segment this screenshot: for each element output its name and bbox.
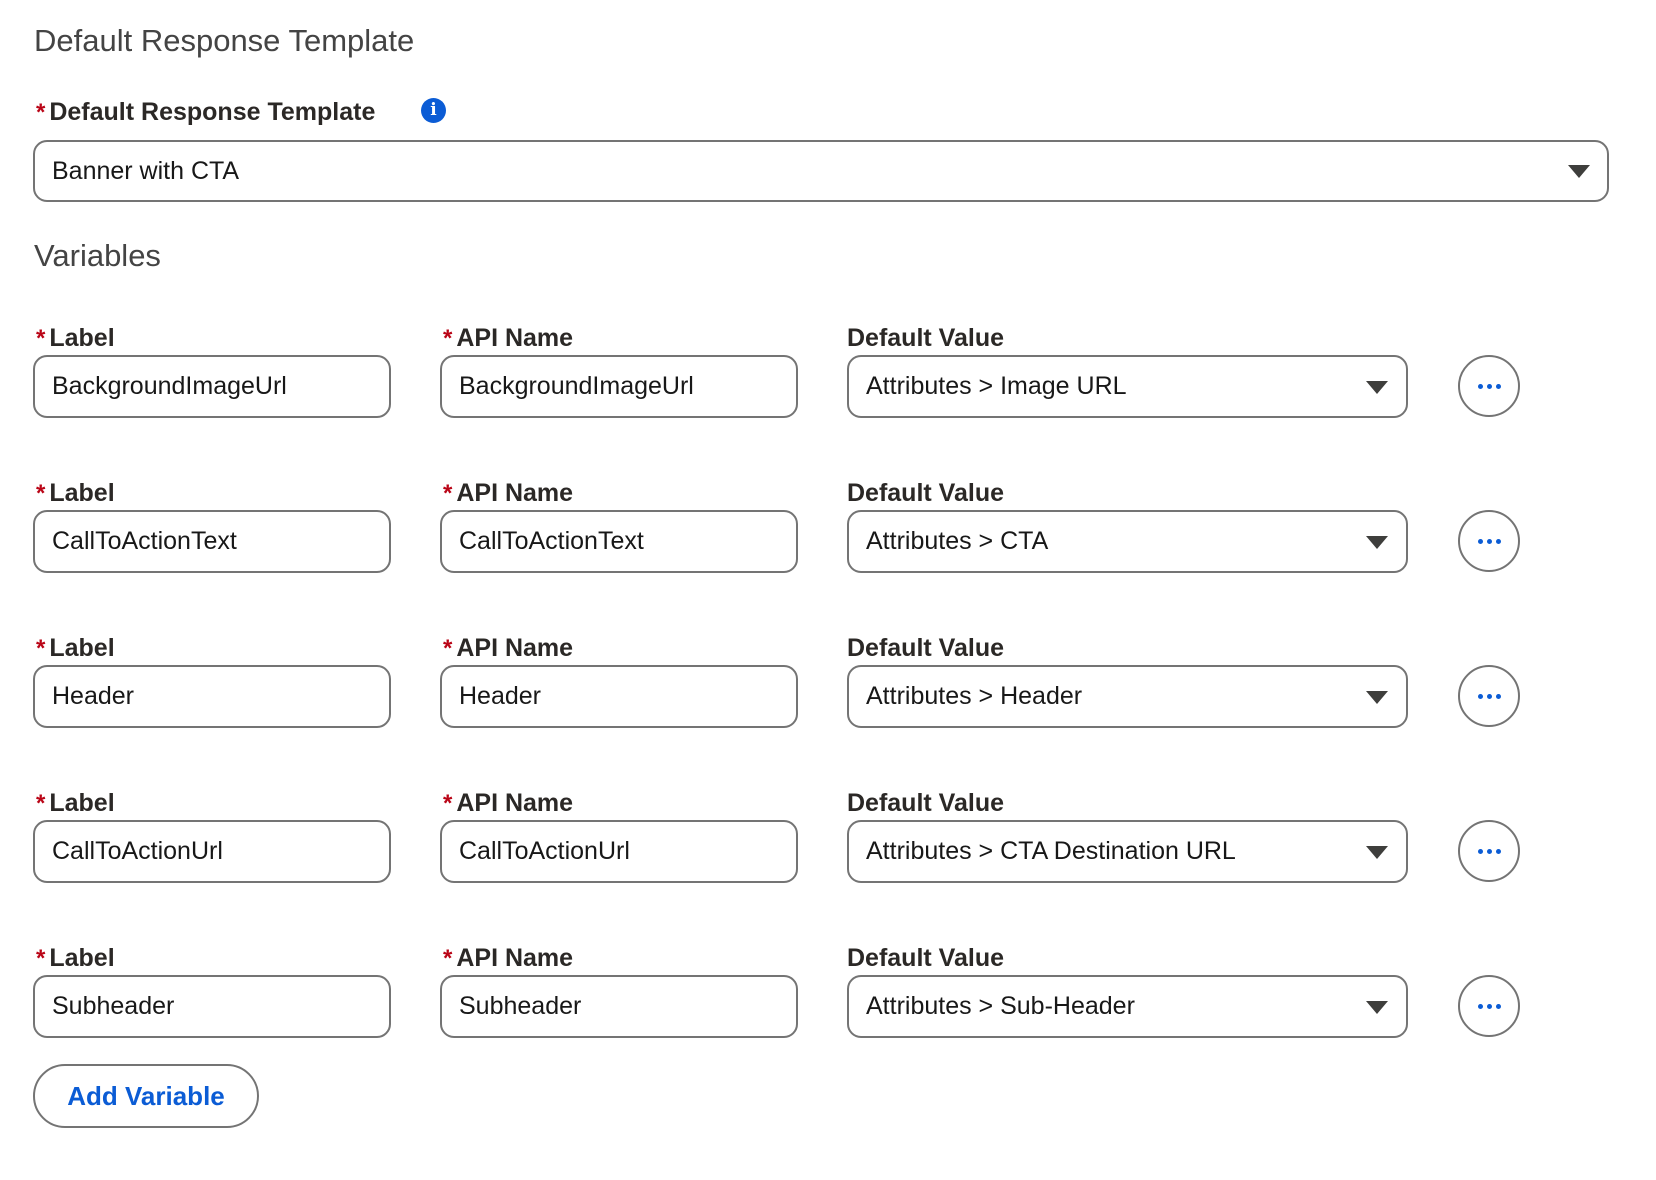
default-value-select-value: Attributes > Header: [866, 682, 1083, 710]
default-value-select[interactable]: Attributes > Sub-Header: [847, 975, 1408, 1038]
required-marker: *: [36, 480, 46, 507]
more-actions-button[interactable]: [1458, 510, 1520, 572]
default-value-field-label-text: Default Value: [847, 944, 1004, 972]
label-field-label-text: Label: [49, 789, 115, 817]
more-actions-button[interactable]: [1458, 975, 1520, 1037]
default-value-field-label-text: Default Value: [847, 479, 1004, 507]
default-value-select-value: Attributes > CTA Destination URL: [866, 837, 1236, 865]
chevron-down-icon: [1366, 845, 1388, 859]
default-value-select-value: Attributes > CTA: [866, 527, 1049, 555]
api-name-input[interactable]: Header: [440, 665, 798, 728]
default-value-select[interactable]: Attributes > CTA: [847, 510, 1408, 573]
api-name-input[interactable]: CallToActionUrl: [440, 820, 798, 883]
api-name-input-value: Subheader: [459, 992, 582, 1020]
label-field-label-text: Label: [49, 324, 115, 352]
api-name-input-value: CallToActionUrl: [459, 837, 630, 865]
required-marker: *: [36, 945, 46, 972]
label-field-label-text: Label: [49, 944, 115, 972]
default-response-template-select[interactable]: Banner with CTA: [33, 140, 1609, 202]
default-value-select-value: Attributes > Sub-Header: [866, 992, 1135, 1020]
chevron-down-icon: [1366, 690, 1388, 704]
api-name-field-label: * API Name: [443, 326, 573, 351]
api-name-field-label-text: API Name: [456, 479, 574, 507]
required-marker: *: [36, 99, 46, 126]
label-field-label: * Label: [36, 481, 115, 506]
required-marker: *: [36, 635, 46, 662]
ellipsis-icon: [1477, 383, 1501, 389]
api-name-field-label: * API Name: [443, 636, 573, 661]
ellipsis-icon: [1477, 1003, 1501, 1009]
api-name-field-label: * API Name: [443, 791, 573, 816]
chevron-down-icon: [1366, 1000, 1388, 1014]
label-field-label: * Label: [36, 636, 115, 661]
label-input[interactable]: Subheader: [33, 975, 391, 1038]
required-marker: *: [36, 325, 46, 352]
label-input[interactable]: Header: [33, 665, 391, 728]
default-response-template-value: Banner with CTA: [52, 156, 240, 185]
api-name-field-label: * API Name: [443, 481, 573, 506]
more-actions-button[interactable]: [1458, 665, 1520, 727]
label-input[interactable]: CallToActionText: [33, 510, 391, 573]
default-value-field-label: Default Value: [847, 791, 1004, 816]
label-input-value: CallToActionText: [52, 527, 237, 555]
label-input-value: Header: [52, 682, 134, 710]
label-field-label: * Label: [36, 946, 115, 971]
required-marker: *: [443, 790, 453, 817]
default-value-select[interactable]: Attributes > Image URL: [847, 355, 1408, 418]
add-variable-button[interactable]: Add Variable: [33, 1064, 259, 1128]
default-value-select-value: Attributes > Image URL: [866, 372, 1127, 400]
api-name-field-label-text: API Name: [456, 634, 574, 662]
label-input[interactable]: BackgroundImageUrl: [33, 355, 391, 418]
info-icon[interactable]: i: [421, 98, 446, 123]
api-name-input-value: Header: [459, 682, 541, 710]
label-field-label: * Label: [36, 326, 115, 351]
api-name-field-label-text: API Name: [456, 944, 574, 972]
label-input[interactable]: CallToActionUrl: [33, 820, 391, 883]
api-name-field-label-text: API Name: [456, 789, 574, 817]
more-actions-button[interactable]: [1458, 820, 1520, 882]
chevron-down-icon: [1568, 165, 1590, 178]
label-field-label-text: Label: [49, 479, 115, 507]
default-value-select[interactable]: Attributes > Header: [847, 665, 1408, 728]
api-name-input-value: BackgroundImageUrl: [459, 372, 694, 400]
required-marker: *: [36, 790, 46, 817]
default-value-field-label-text: Default Value: [847, 789, 1004, 817]
api-name-field-label: * API Name: [443, 946, 573, 971]
default-value-field-label-text: Default Value: [847, 324, 1004, 352]
label-field-label: * Label: [36, 791, 115, 816]
default-value-field-label-text: Default Value: [847, 634, 1004, 662]
section-title-variables: Variables: [34, 238, 161, 273]
default-value-field-label: Default Value: [847, 946, 1004, 971]
default-value-select[interactable]: Attributes > CTA Destination URL: [847, 820, 1408, 883]
chevron-down-icon: [1366, 535, 1388, 549]
api-name-input-value: CallToActionText: [459, 527, 644, 555]
chevron-down-icon: [1366, 380, 1388, 394]
more-actions-button[interactable]: [1458, 355, 1520, 417]
api-name-input[interactable]: CallToActionText: [440, 510, 798, 573]
default-value-field-label: Default Value: [847, 326, 1004, 351]
api-name-input[interactable]: Subheader: [440, 975, 798, 1038]
label-input-value: Subheader: [52, 992, 175, 1020]
section-title-default-response-template: Default Response Template: [34, 23, 415, 58]
ellipsis-icon: [1477, 848, 1501, 854]
ellipsis-icon: [1477, 538, 1501, 544]
default-value-field-label: Default Value: [847, 636, 1004, 661]
required-marker: *: [443, 635, 453, 662]
required-marker: *: [443, 480, 453, 507]
default-response-template-label-text: Default Response Template: [49, 98, 376, 126]
required-marker: *: [443, 325, 453, 352]
label-input-value: BackgroundImageUrl: [52, 372, 287, 400]
required-marker: *: [443, 945, 453, 972]
label-input-value: CallToActionUrl: [52, 837, 223, 865]
api-name-input[interactable]: BackgroundImageUrl: [440, 355, 798, 418]
api-name-field-label-text: API Name: [456, 324, 574, 352]
default-response-template-label: * Default Response Template: [36, 100, 375, 125]
label-field-label-text: Label: [49, 634, 115, 662]
default-value-field-label: Default Value: [847, 481, 1004, 506]
ellipsis-icon: [1477, 693, 1501, 699]
